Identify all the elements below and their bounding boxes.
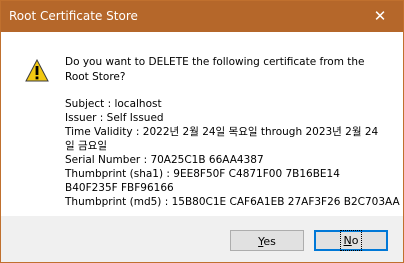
dialog-window: Root Certificate Store ✕ Do you want to … [0,0,404,263]
subject-line: Subject : localhost [65,98,162,110]
close-icon: ✕ [373,7,387,25]
warning-icon [25,59,49,82]
question-text: Do you want to DELETE the following cert… [65,56,365,83]
close-button[interactable]: ✕ [357,1,403,32]
thumbprint-sha1-line: Thumbprint (sha1) : 9EE8F50F C4871F00 7B… [65,168,340,194]
window-title: Root Certificate Store [9,9,138,23]
thumbprint-md5-line: Thumbprint (md5) : 15B80C1E CAF6A1EB 27A… [65,196,400,208]
serial-line: Serial Number : 70A25C1B 66AA4387 [65,154,264,166]
no-button[interactable]: No [314,230,388,251]
issuer-line: Issuer : Self Issued [65,112,164,124]
yes-button[interactable]: Yes [230,230,304,251]
title-bar[interactable]: Root Certificate Store ✕ [1,1,403,32]
yes-label-rest: es [263,235,276,248]
button-bar: Yes No [1,216,403,262]
certificate-details: Subject : localhost Issuer : Self Issued… [65,97,400,209]
no-focus-label: No [339,230,363,251]
message-area: Do you want to DELETE the following cert… [1,32,403,216]
validity-line: Time Validity : 2022년 2월 24일 목요일 through… [65,126,379,152]
no-label-rest: o [351,234,359,247]
no-mnemonic: N [343,234,352,247]
